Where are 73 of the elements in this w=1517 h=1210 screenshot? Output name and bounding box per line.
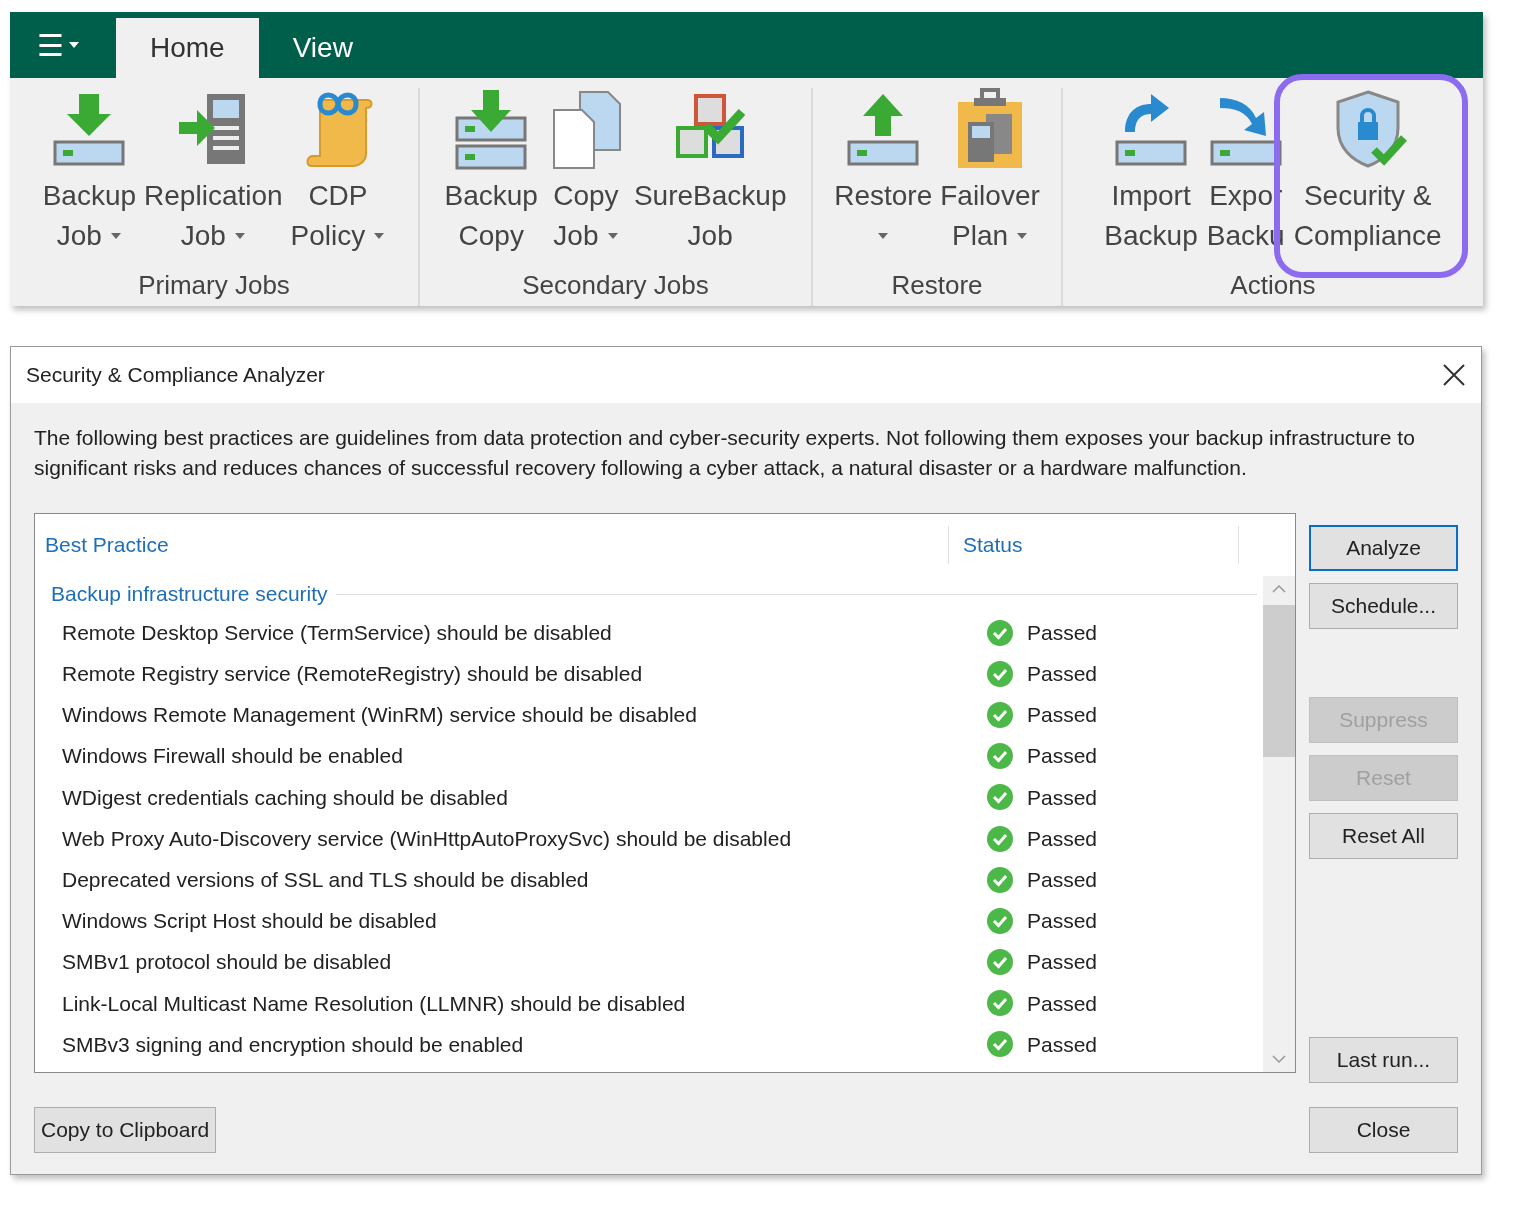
practice-cell-text: WDigest credentials caching should be disabled bbox=[61, 784, 509, 811]
status-text: Passed bbox=[1027, 908, 1098, 935]
status-text: Passed bbox=[1027, 661, 1098, 688]
dropdown-caret-icon bbox=[1016, 232, 1029, 240]
close-icon[interactable] bbox=[1441, 362, 1467, 388]
status-text: Passed bbox=[1027, 743, 1098, 770]
check-circle-icon bbox=[987, 743, 1013, 770]
scroll-thumb[interactable] bbox=[1263, 605, 1295, 757]
ribbon-tab[interactable]: Home bbox=[116, 18, 259, 78]
practice-cell-text: Windows Firewall should be enabled bbox=[61, 743, 404, 770]
column-header[interactable]: Best Practice bbox=[35, 526, 949, 564]
check-circle-icon bbox=[987, 660, 1013, 687]
ribbon-button[interactable]: CDP Policy bbox=[288, 88, 388, 256]
check-circle-icon bbox=[987, 1031, 1013, 1058]
dropdown-caret-icon bbox=[373, 232, 386, 240]
practice-cell-text: Remote Desktop Service (TermService) should be disabled bbox=[61, 619, 613, 646]
dropdown-caret-icon bbox=[109, 232, 122, 240]
scroll-down-icon[interactable] bbox=[1272, 1055, 1286, 1064]
status-text: Passed bbox=[1027, 949, 1098, 976]
status-text: Passed bbox=[1027, 990, 1098, 1017]
practice-cell-text: SMBv1 protocol should be disabled bbox=[61, 949, 393, 976]
ribbon-tab[interactable]: View bbox=[258, 18, 387, 78]
practice-cell-text: Windows Remote Management (WinRM) service should be disabled bbox=[61, 702, 698, 729]
scroll-up-icon[interactable] bbox=[1272, 584, 1286, 593]
ribbon-button[interactable]: Security & Compliance bbox=[1291, 88, 1444, 256]
ribbon-button[interactable]: Restore bbox=[832, 88, 935, 256]
group-header[interactable]: Backup infrastructure security bbox=[51, 578, 328, 610]
action-button[interactable]: Last run... bbox=[1309, 1037, 1458, 1083]
action-button[interactable]: Schedule... bbox=[1309, 583, 1458, 629]
status-text: Passed bbox=[1027, 825, 1098, 852]
menu-button[interactable]: ☰ bbox=[10, 12, 106, 78]
check-circle-icon bbox=[987, 825, 1013, 852]
copy-to-clipboard-button[interactable]: Copy to Clipboard bbox=[34, 1107, 217, 1153]
dropdown-caret-icon bbox=[233, 232, 246, 240]
check-circle-icon bbox=[987, 866, 1013, 893]
check-circle-icon bbox=[987, 990, 1013, 1017]
check-circle-icon bbox=[987, 907, 1013, 934]
check-circle-icon bbox=[987, 784, 1013, 811]
practice-cell-text: Link-Local Multicast Name Resolution (LLMNR) should be disabled bbox=[61, 990, 687, 1017]
ribbon-button[interactable]: Backup Job bbox=[40, 88, 139, 256]
practice-cell-text: Windows Script Host should be disabled bbox=[61, 908, 438, 935]
group-label: Primary Jobs bbox=[138, 269, 290, 302]
dropdown-caret-icon bbox=[877, 232, 890, 240]
ribbon-button[interactable]: SureBackup Job bbox=[631, 88, 789, 256]
group-label: Actions bbox=[1230, 269, 1316, 302]
action-button[interactable]: Reset All bbox=[1309, 813, 1458, 859]
status-text: Passed bbox=[1027, 702, 1098, 729]
practice-cell-text: SMBv3 signing and encryption should be enabled bbox=[61, 1031, 525, 1058]
group-label: Restore bbox=[891, 269, 983, 302]
scrollbar[interactable] bbox=[1263, 576, 1295, 1072]
dropdown-caret-icon bbox=[606, 232, 619, 240]
column-header[interactable]: Status bbox=[949, 526, 1239, 564]
ribbon-button[interactable]: Failover Plan bbox=[938, 88, 1042, 256]
ribbon-button[interactable]: Copy Job bbox=[543, 88, 628, 256]
ribbon-button[interactable]: Replication Job bbox=[142, 88, 285, 256]
practice-cell-text: Deprecated versions of SSL and TLS should be disabled bbox=[61, 866, 590, 893]
check-circle-icon bbox=[987, 701, 1013, 728]
action-button[interactable]: Analyze bbox=[1309, 525, 1458, 571]
status-text: Passed bbox=[1027, 784, 1098, 811]
practice-cell-text: Remote Registry service (RemoteRegistry) should be disabled bbox=[61, 661, 644, 688]
status-text: Passed bbox=[1027, 1031, 1098, 1058]
group-label: Secondary Jobs bbox=[522, 269, 709, 302]
close-button[interactable]: Close bbox=[1309, 1107, 1458, 1153]
window-title: Security & Compliance Analyzer bbox=[26, 362, 325, 389]
status-text: Passed bbox=[1027, 866, 1098, 893]
description-text: The following best practices are guidelines from data protection and cyber-security experts. Not following them exposes your backup infrastructure to significant risks and reduces chances of successful recovery following a cyber attack, a natural disaster or a hardware malfunction. bbox=[33, 425, 1416, 481]
ribbon-button[interactable]: Import Backup bbox=[1102, 88, 1200, 256]
check-circle-icon bbox=[987, 949, 1013, 976]
check-circle-icon bbox=[987, 619, 1013, 646]
ribbon-button[interactable]: Backup Copy bbox=[442, 88, 540, 256]
caret-icon bbox=[67, 41, 80, 49]
practice-cell-text: Web Proxy Auto-Discovery service (WinHttpAutoProxySvc) should be disabled bbox=[61, 825, 793, 852]
status-text: Passed bbox=[1027, 619, 1098, 646]
